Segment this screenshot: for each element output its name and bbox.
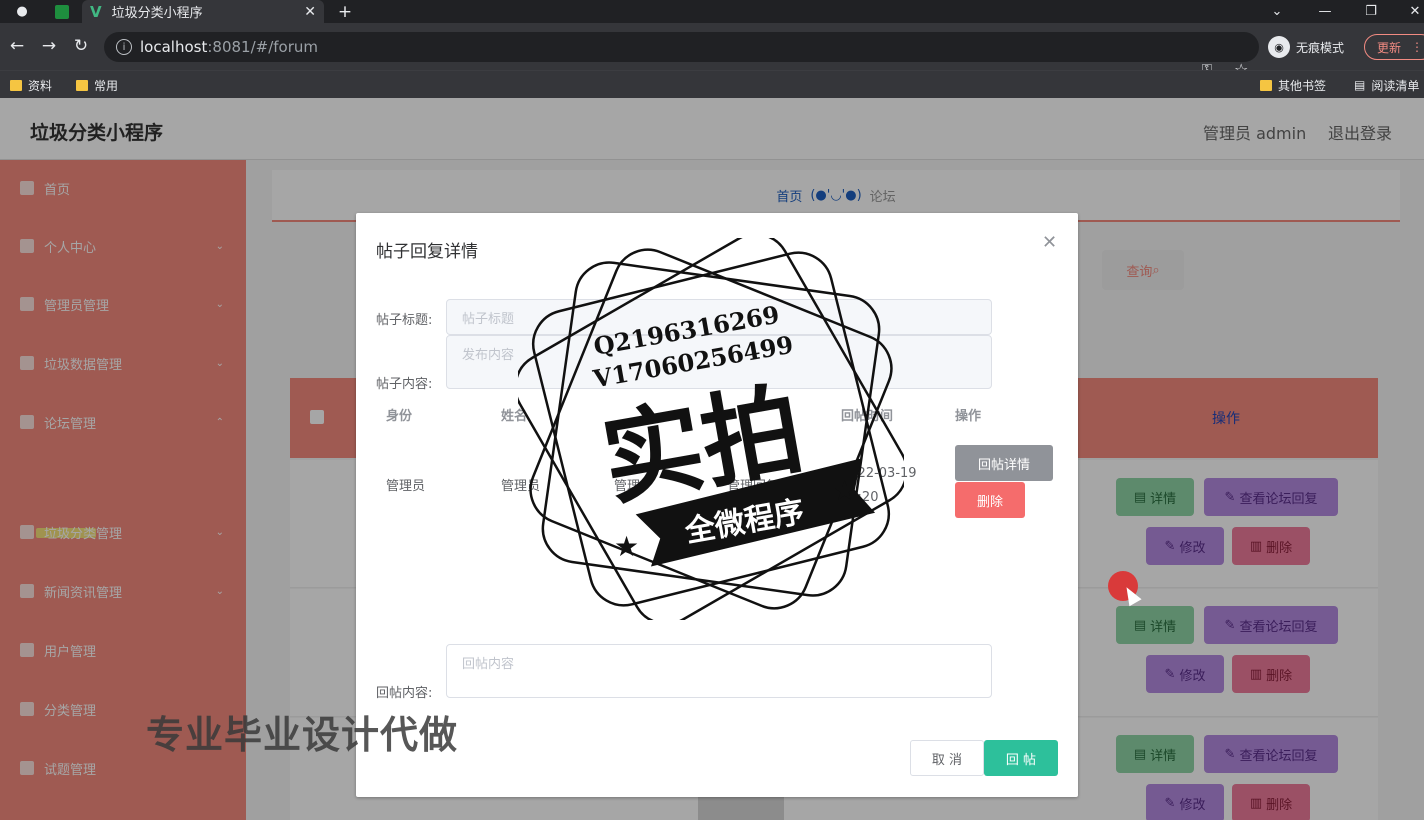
active-tab[interactable]: V 垃圾分类小程序 ✕ [82, 0, 324, 23]
col-actions: 操作 [955, 409, 982, 424]
new-tab-button[interactable]: + [334, 0, 356, 23]
other-bookmarks-label: 其他书签 [1278, 78, 1327, 93]
reply-content-label: 回帖内容: [376, 686, 433, 701]
reading-list-label: 阅读清单 [1371, 78, 1420, 93]
reload-button[interactable]: ↻ [70, 35, 92, 57]
reply-delete-button[interactable]: 删除 [955, 482, 1025, 518]
more-menu-icon[interactable]: ⋮ [1411, 40, 1423, 54]
folder-icon [10, 79, 22, 91]
reply-role: 管理员 [386, 479, 426, 494]
close-icon[interactable]: ✕ [1042, 232, 1057, 253]
update-button[interactable]: 更新 ⋮ [1364, 34, 1424, 60]
incognito-indicator[interactable]: ◉ 无痕模式 [1268, 34, 1344, 60]
incognito-icon: ◉ [1268, 36, 1290, 58]
address-bar[interactable]: i localhost:8081/#/forum [104, 32, 1259, 62]
reply-content-textarea[interactable]: 回帖内容 [446, 644, 992, 698]
folder-icon [1260, 79, 1272, 91]
watermark-caption: 专业毕业设计代做 [146, 713, 459, 757]
forward-button[interactable]: → [38, 35, 60, 57]
dialog-title: 帖子回复详情 [376, 242, 478, 262]
reading-list[interactable]: ▤ 阅读清单 [1354, 76, 1419, 94]
bookmark-folder-1[interactable]: 资料 [10, 76, 52, 94]
update-label: 更新 [1377, 40, 1402, 55]
reading-list-icon: ▤ [1354, 78, 1366, 92]
bookmark-label: 常用 [94, 78, 119, 93]
vue-logo-icon: V [90, 2, 102, 21]
bookmark-folder-2[interactable]: 常用 [76, 76, 118, 94]
star-icon: ★ [614, 530, 639, 563]
url-host: localhost [140, 38, 208, 56]
folder-icon [76, 79, 88, 91]
globe-icon[interactable]: ● [2, 0, 42, 23]
incognito-label: 无痕模式 [1296, 40, 1345, 55]
restore-button[interactable]: ❐ [1348, 0, 1394, 23]
minimize-button[interactable]: — [1302, 0, 1348, 23]
back-button[interactable]: ← [6, 35, 28, 57]
reply-detail-button[interactable]: 回帖详情 [955, 445, 1053, 481]
star-icon: ★ [832, 474, 857, 507]
other-bookmarks[interactable]: 其他书签 [1260, 76, 1326, 94]
bookmarks-bar: 资料 常用 其他书签 ▤ 阅读清单 [0, 70, 1424, 98]
post-content-label: 帖子内容: [376, 377, 433, 392]
sheet-tab-icon[interactable] [42, 0, 82, 23]
submit-reply-button[interactable]: 回 帖 [984, 740, 1058, 776]
close-window-button[interactable]: ✕ [1392, 0, 1424, 23]
browser-tab-strip: ● V 垃圾分类小程序 ✕ + ⌄ — ❐ ✕ [0, 0, 1424, 23]
bookmark-label: 资料 [28, 78, 53, 93]
url-path: :8081/#/forum [207, 38, 318, 56]
tab-search-icon[interactable]: ⌄ [1254, 0, 1300, 23]
tab-title: 垃圾分类小程序 [111, 6, 203, 21]
cancel-button[interactable]: 取 消 [910, 740, 984, 776]
site-info-icon[interactable]: i [116, 39, 132, 55]
browser-toolbar: ← → ↻ i localhost:8081/#/forum ⚿ ☆ [0, 23, 1424, 79]
post-title-label: 帖子标题: [376, 313, 433, 328]
watermark-stamp: Q2196316269 V17060256499 实拍 全微程序 ★ ★ [518, 238, 904, 620]
col-role: 身份 [386, 409, 413, 424]
close-tab-icon[interactable]: ✕ [304, 4, 316, 20]
